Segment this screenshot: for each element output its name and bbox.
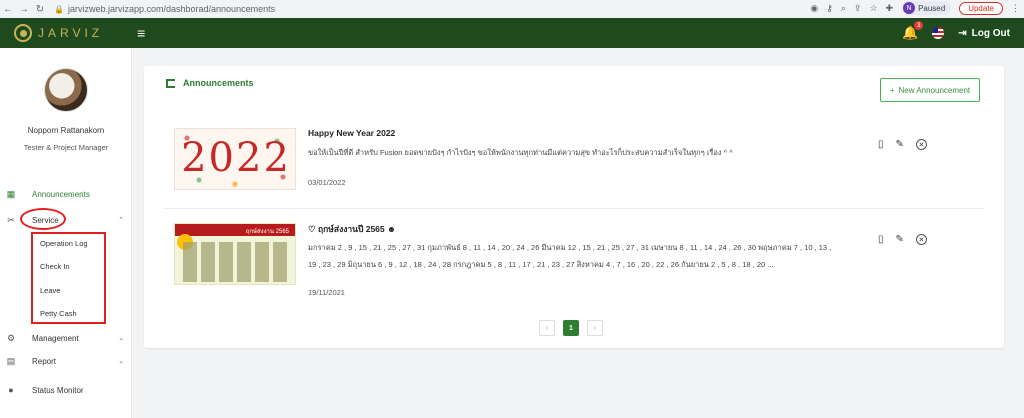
edit-icon[interactable]: ✎ xyxy=(896,234,904,245)
profile-button[interactable]: N Paused xyxy=(901,1,952,15)
reload-icon[interactable]: ↻ xyxy=(32,4,48,15)
sidebar-item-label: Report xyxy=(32,356,57,366)
sidebar-subitem-check-in[interactable]: Check In xyxy=(40,262,70,271)
app-header: JARVIZ ≡ 🔔 3 ⇥ Log Out xyxy=(0,18,1024,48)
page-button[interactable]: 1 xyxy=(563,320,579,336)
tools-icon: ✂ xyxy=(7,214,15,225)
notification-badge: 3 xyxy=(914,21,924,30)
chevron-down-icon: ⌄ xyxy=(118,358,124,365)
report-icon: ▤ xyxy=(6,355,16,366)
location-icon[interactable]: ◉ xyxy=(810,3,818,14)
main-content: Announcements + New Announcement 2022 Ha… xyxy=(132,48,1024,418)
pagination: ‹ 1 › xyxy=(539,320,603,336)
hamburger-menu-icon[interactable]: ≡ xyxy=(137,25,145,41)
next-page-button[interactable]: › xyxy=(587,320,603,336)
plus-icon: + xyxy=(889,85,895,95)
browser-toolbar: ← → ↻ 🔒 jarvizweb.jarvizapp.com/dashbora… xyxy=(0,0,1024,18)
announcement-title[interactable]: ♡ ฤกษ์ส่งงานปี 2565 ☻ xyxy=(308,222,396,236)
heart-icon: ♡ xyxy=(308,224,316,234)
delete-icon[interactable]: ✕ xyxy=(915,139,927,150)
sidebar-item-management[interactable]: ⚙ Management ⌄ xyxy=(0,330,132,346)
highlight-ellipse xyxy=(20,208,66,230)
avatar xyxy=(44,68,88,112)
back-icon[interactable]: ← xyxy=(0,4,16,15)
profile-avatar: N xyxy=(903,2,916,14)
address-bar[interactable]: 🔒 jarvizweb.jarvizapp.com/dashborad/anno… xyxy=(54,4,275,14)
logo-text: JARVIZ xyxy=(38,26,104,40)
menu-icon[interactable]: ⋮ xyxy=(1011,3,1020,14)
new-announcement-button[interactable]: + New Announcement xyxy=(880,78,980,102)
announcement-actions: ▯ ✎ ✕ xyxy=(878,234,927,245)
announcement-icon: ▦ xyxy=(6,188,16,199)
thumbnail-text: 2022 xyxy=(181,135,291,181)
location-icon: ● xyxy=(8,385,14,395)
mobile-preview-icon[interactable]: ▯ xyxy=(878,139,884,150)
sidebar-item-announcements[interactable]: ▦ Announcements xyxy=(0,186,132,202)
url-text: jarvizweb.jarvizapp.com/dashborad/announ… xyxy=(67,4,276,14)
announcements-card: Announcements + New Announcement 2022 Ha… xyxy=(144,66,1004,348)
sidebar-subitem-leave[interactable]: Leave xyxy=(40,286,60,295)
share-icon[interactable]: ⇪ xyxy=(854,3,862,14)
edit-icon[interactable]: ✎ xyxy=(896,139,904,150)
chevron-up-icon: ⌃ xyxy=(118,217,124,224)
user-role: Tester & Project Manager xyxy=(23,143,109,152)
divider xyxy=(164,208,984,209)
extensions-icon[interactable]: ✚ xyxy=(886,3,894,14)
announcement-date: 03/01/2022 xyxy=(308,178,346,187)
sidebar-item-report[interactable]: ▤ Report ⌄ xyxy=(0,353,132,369)
announcement-title[interactable]: Happy New Year 2022 xyxy=(308,128,395,138)
update-button[interactable]: Update xyxy=(959,1,1003,15)
announcement-body: มกราคม 2 , 9 , 15 , 21 , 25 , 27 , 31 กุ… xyxy=(308,243,832,269)
sidebar-subitem-petty-cash[interactable]: Petty Cash xyxy=(40,309,77,318)
sidebar-item-label: Announcements xyxy=(32,189,90,199)
thumbnail-text: ฤกษ์ส่งงาน 2565 xyxy=(245,229,289,235)
key-icon[interactable]: ⚷ xyxy=(826,3,833,14)
smiley-icon: ☻ xyxy=(387,224,396,234)
profile-status: Paused xyxy=(918,3,946,13)
new-announcement-label: New Announcement xyxy=(898,85,971,95)
sidebar-item-label: Status Monitor xyxy=(32,385,84,395)
lock-icon: 🔒 xyxy=(54,4,64,14)
star-icon[interactable]: ☆ xyxy=(869,3,877,14)
logout-label: Log Out xyxy=(971,27,1010,39)
sidebar-item-status-monitor[interactable]: ● Status Monitor xyxy=(0,382,132,398)
announcement-date: 19/11/2021 xyxy=(308,288,345,297)
forward-icon[interactable]: → xyxy=(16,4,32,15)
chevron-down-icon: ⌄ xyxy=(118,335,124,342)
bell-icon[interactable]: 🔔 3 xyxy=(902,21,924,41)
thumbnail-banner: ฤกษ์ส่งงาน 2565 xyxy=(175,224,295,236)
page-title: Announcements xyxy=(166,78,254,88)
sidebar-item-label: Management xyxy=(32,333,79,343)
page-title-label: Announcements xyxy=(183,78,254,88)
logout-icon: ⇥ xyxy=(958,27,967,39)
sidebar: Nopporn Rattanakorn Tester & Project Man… xyxy=(0,48,132,418)
us-flag-icon[interactable] xyxy=(932,27,945,39)
announcement-thumbnail[interactable]: ฤกษ์ส่งงาน 2565 xyxy=(174,223,296,285)
announcement-thumbnail[interactable]: 2022 xyxy=(174,128,296,190)
logo-icon xyxy=(14,24,32,42)
announcement-title-text: ฤกษ์ส่งงานปี 2565 xyxy=(318,224,385,234)
prev-page-button[interactable]: ‹ xyxy=(539,320,555,336)
sidebar-subitem-operation-log[interactable]: Operation Log xyxy=(40,239,88,248)
zoom-icon[interactable]: ⌕ xyxy=(841,3,846,14)
calendar-grid-decoration xyxy=(183,242,291,282)
logout-button[interactable]: ⇥ Log Out xyxy=(958,28,1010,39)
announcement-icon xyxy=(166,78,175,88)
delete-icon[interactable]: ✕ xyxy=(915,234,927,245)
announcement-body: ขอให้เป็นปีที่ดี สำหรับ Fusion ยอดขายปัง… xyxy=(308,148,733,157)
user-name: Nopporn Rattanakorn xyxy=(27,126,105,135)
logo[interactable]: JARVIZ xyxy=(14,24,103,42)
announcement-actions: ▯ ✎ ✕ xyxy=(878,139,927,150)
mobile-preview-icon[interactable]: ▯ xyxy=(878,234,884,245)
gear-icon: ⚙ xyxy=(6,332,16,343)
